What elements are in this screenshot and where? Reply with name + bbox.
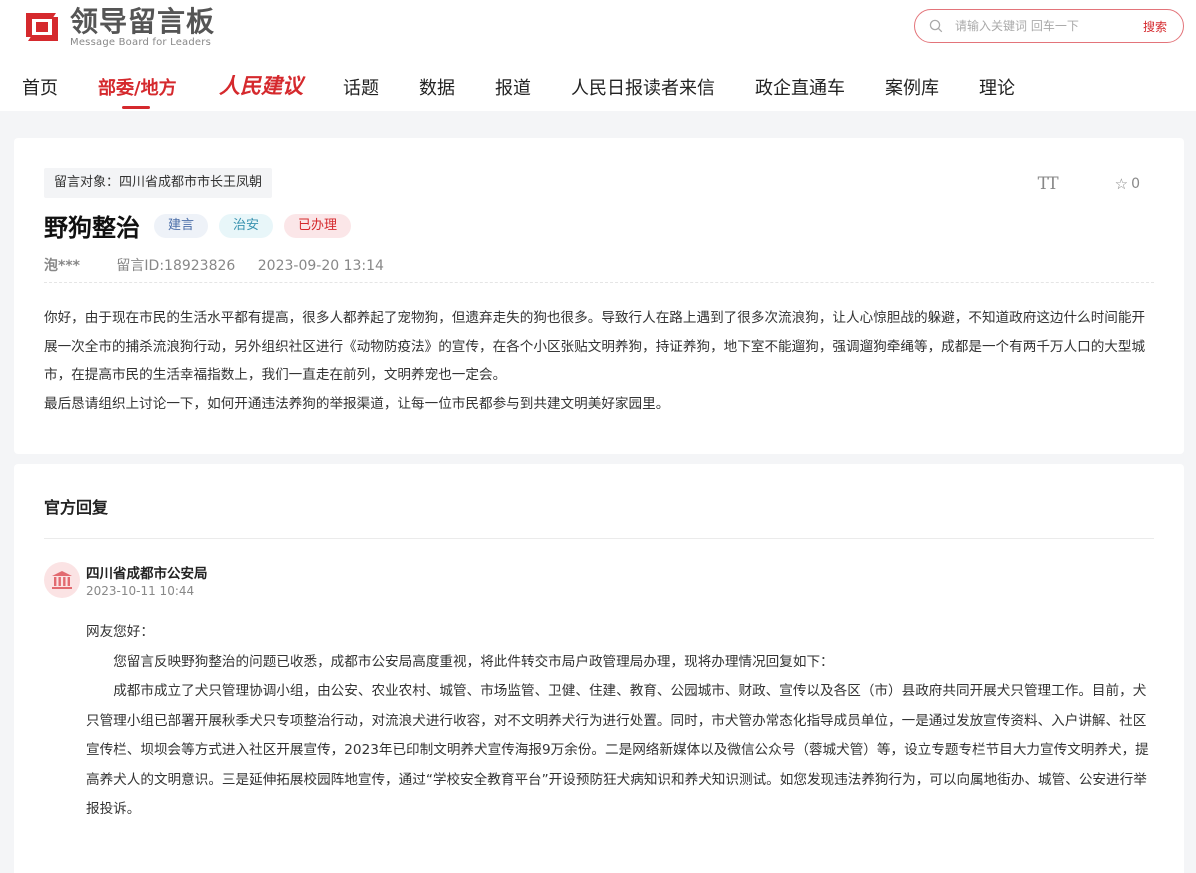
tag-public-security[interactable]: 治安 [219,213,274,238]
reply-time: 2023-10-11 10:44 [86,584,195,598]
reply-department: 四川省成都市公安局 [86,566,208,582]
reply-content: 网友您好： 您留言反映野狗整治的问题已收悉，成都市公安局高度重视，将此件转交市局… [86,618,1156,825]
nav-item-ministries-local[interactable]: 部委/地方 [98,74,177,100]
favorite-button[interactable]: ☆ 0 [1115,175,1140,193]
search-input[interactable] [955,19,1125,33]
message-target: 留言对象：四川省成都市市长王凤朝 [44,168,273,198]
search-box: 搜索 [914,9,1184,43]
message-tools: TT ☆ 0 [1038,174,1140,194]
nav-item-enterprise-express[interactable]: 政企直通车 [755,74,845,100]
message-content: 你好，由于现在市民的生活水平都有提高，很多人都养起了宠物狗，但遗弃走失的狗也很多… [44,304,1156,418]
nav-active-indicator [122,106,150,109]
message-date: 2023-09-20 13:14 [257,258,384,274]
message-author: 泡*** [44,258,80,274]
divider [44,538,1154,539]
government-building-icon [44,562,80,598]
nav-item-home[interactable]: 首页 [22,74,58,100]
message-meta: 泡*** 留言ID:18923826 2023-09-20 13:14 [44,255,402,275]
status-badge: 已办理 [284,213,352,238]
nav-item-case-library[interactable]: 案例库 [885,74,939,100]
search-button[interactable]: 搜索 [1143,18,1167,35]
star-icon: ☆ [1114,175,1129,193]
message-title: 野狗整治 [44,214,140,242]
logo-subtitle: Message Board for Leaders [70,36,212,48]
message-card: 留言对象：四川省成都市市长王凤朝 TT ☆ 0 野狗整治 建言 治安 已办理 泡… [14,138,1184,454]
favorite-count: 0 [1131,176,1140,192]
title-row: 野狗整治 建言 治安 已办理 [44,208,352,243]
tag-suggestion[interactable]: 建言 [154,213,209,238]
message-paragraph: 最后恳请组织上讨论一下，如何开通违法养狗的举报渠道，让每一位市民都参与到共建文明… [44,395,670,412]
message-paragraph: 你好，由于现在市民的生活水平都有提高，很多人都养起了宠物狗，但遗弃走失的狗也很多… [44,310,1146,383]
site-header: 领导留言板 Message Board for Leaders 搜索 首页 部委… [0,0,1196,111]
nav-item-reports[interactable]: 报道 [495,74,531,100]
search-icon [929,19,943,33]
nav-item-topics[interactable]: 话题 [343,74,379,100]
reply-paragraph: 您留言反映野狗整治的问题已收悉，成都市公安局高度重视，将此件转交市局户政管理局办… [113,653,834,670]
divider [44,282,1154,283]
nav-item-people-suggestions[interactable]: 人民建议 [219,70,303,100]
reply-greeting: 网友您好： [86,624,154,640]
reply-card: 官方回复 四川省成都市公安局 2023-10-11 10:44 网友您好： 您留… [14,464,1184,873]
site-logo[interactable]: 领导留言板 Message Board for Leaders [22,6,215,48]
message-id: 留言ID:18923826 [116,258,236,274]
nav-item-reader-letters[interactable]: 人民日报读者来信 [571,74,715,100]
nav-item-theory[interactable]: 理论 [979,74,1015,100]
reply-heading: 官方回复 [44,498,109,517]
main-nav: 首页 部委/地方 人民建议 话题 数据 报道 人民日报读者来信 政企直通车 案例… [0,70,1196,110]
logo-mark-icon [22,7,62,47]
logo-title: 领导留言板 [70,4,216,38]
nav-item-data[interactable]: 数据 [419,74,455,100]
reply-paragraph: 成都市成立了犬只管理协调小组，由公安、农业农村、城管、市场监管、卫健、住建、教育… [86,683,1149,817]
font-size-icon[interactable]: TT [1038,174,1059,194]
